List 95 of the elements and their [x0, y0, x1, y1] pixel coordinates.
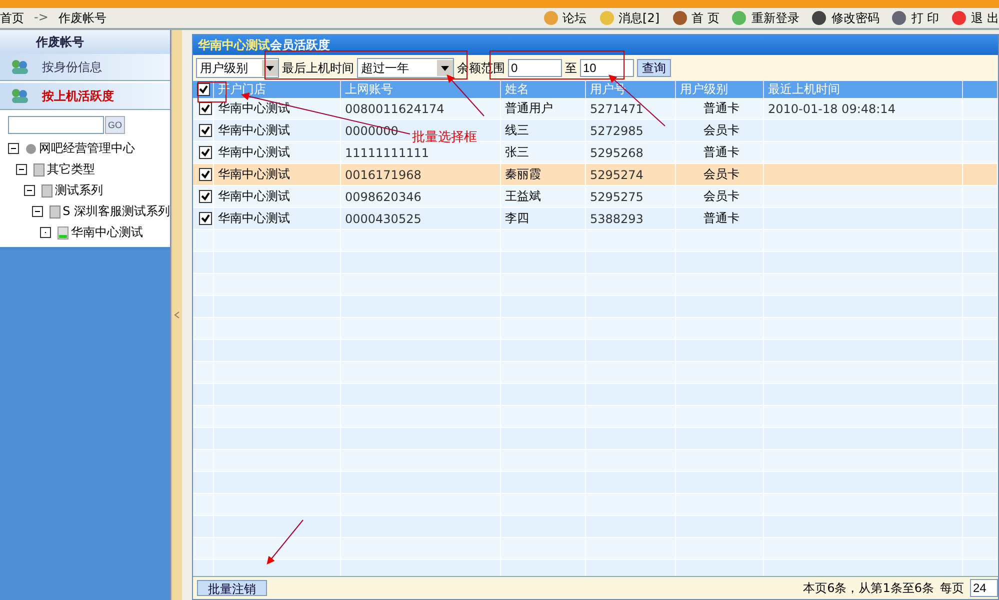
annotation-arrow	[446, 74, 484, 116]
message-icon	[598, 10, 615, 26]
toolbar-link[interactable]: 首 页	[672, 10, 720, 26]
table-cell: 华南中心测试	[218, 210, 290, 227]
forum-icon	[542, 10, 559, 26]
document-icon	[33, 162, 45, 176]
tree-toggle[interactable]	[32, 206, 43, 217]
toolbar-link[interactable]: 消息[2]	[598, 10, 660, 26]
breadcrumb-separator: ->	[34, 10, 48, 26]
row-checkbox[interactable]	[198, 212, 212, 225]
table-cell: 华南中心测试	[218, 144, 290, 161]
batch-cancel-button[interactable]: 批量注销	[197, 580, 267, 596]
table-cell: 华南中心测试	[218, 122, 290, 139]
password-icon	[811, 10, 828, 26]
toolbar-link[interactable]: 退 出	[951, 10, 999, 26]
document-icon	[41, 184, 53, 198]
table-cell: 5295274	[590, 168, 644, 182]
table-cell: 5295275	[590, 190, 644, 204]
table-cell: 华南中心测试	[218, 166, 290, 183]
time-select[interactable]: 超过一年	[357, 58, 454, 78]
table-cell: 会员卡	[704, 122, 740, 139]
table-cell: 线三	[505, 122, 529, 139]
sidebar-item[interactable]: 按身份信息	[0, 54, 170, 81]
table-cell: 张三	[505, 144, 529, 161]
max-amount-field[interactable]: 10	[580, 59, 634, 77]
breadcrumb-item[interactable]: 首页	[0, 10, 24, 26]
table-cell: 5272985	[590, 124, 644, 138]
filter-label: 至	[565, 60, 577, 76]
row-checkbox[interactable]	[198, 146, 212, 159]
tree-item[interactable]: 网吧经营管理中心	[39, 140, 135, 157]
table-cell: 王益斌	[505, 188, 541, 205]
toolbar-link[interactable]: 修改密码	[811, 10, 880, 26]
toolbar-link[interactable]: 重新登录	[731, 10, 800, 26]
row-checkbox[interactable]	[198, 190, 212, 203]
table-cell: 5388293	[590, 212, 644, 226]
tree-item[interactable]: 测试系列	[55, 182, 103, 199]
exit-icon	[951, 10, 968, 26]
toolbar-link[interactable]: 论坛	[542, 10, 587, 26]
table-cell: 2010-01-18 09:48:14	[768, 102, 896, 116]
sidebar-item[interactable]: 按上机活跃度	[0, 83, 170, 110]
annotation-label: 批量选择框	[412, 129, 477, 146]
users-icon	[10, 59, 30, 75]
table-cell: 普通用户	[505, 100, 553, 117]
search-field[interactable]	[8, 116, 104, 134]
computer-icon	[57, 226, 69, 240]
table-cell: 5271471	[590, 102, 644, 116]
table-cell: 0098620346	[345, 190, 422, 204]
print-icon	[891, 10, 908, 26]
row-checkbox[interactable]	[198, 124, 212, 137]
tree-toggle[interactable]	[16, 164, 27, 175]
selected-row[interactable]: 华南中心测试 0016171968 秦丽霞 5295274 会员卡	[193, 164, 998, 186]
toolbar-link[interactable]: 打 印	[891, 10, 940, 26]
caret-icon	[441, 66, 449, 70]
per-page-label: 每页	[940, 580, 964, 596]
relogin-icon	[731, 10, 748, 26]
tree-item[interactable]: 其它类型	[47, 161, 95, 178]
tree-item[interactable]: S 深圳客服测试系列	[62, 203, 170, 220]
table-cell: 普通卡	[704, 100, 740, 117]
go-button[interactable]: GO	[105, 116, 126, 134]
min-amount-field[interactable]: 0	[508, 59, 562, 77]
table-cell: 普通卡	[704, 210, 740, 227]
table-cell: 0000430525	[345, 212, 422, 226]
per-page-field[interactable]: 24	[970, 579, 998, 597]
document-icon	[48, 204, 61, 218]
breadcrumb-item: 作废帐号	[58, 10, 106, 26]
annotation-arrow	[266, 520, 304, 565]
table-cell: 0016171968	[345, 168, 422, 182]
table-cell: 李四	[505, 210, 529, 227]
caret-icon	[266, 66, 274, 70]
users-icon	[10, 88, 30, 104]
sidebar-header: 作废帐号	[0, 30, 170, 54]
tree-toggle[interactable]	[40, 227, 51, 238]
tree-item[interactable]: 华南中心测试	[71, 224, 143, 241]
row-checkbox[interactable]	[198, 102, 212, 115]
home-icon	[672, 10, 688, 26]
row-checkbox[interactable]	[198, 168, 212, 181]
page-summary: 本页6条，从第1条至6条	[803, 580, 934, 596]
table-cell: 0080011624174	[345, 102, 444, 116]
table-cell: 会员卡	[704, 188, 740, 205]
table-cell: 秦丽霞	[505, 166, 541, 183]
select-all-checkbox[interactable]	[197, 83, 210, 96]
table-cell: 5295268	[590, 146, 644, 160]
table-cell: 11111111111	[345, 146, 429, 160]
table-cell: 0000000	[345, 124, 398, 138]
tree-toggle[interactable]	[24, 185, 35, 196]
globe-icon	[25, 142, 37, 154]
table-cell: 华南中心测试	[218, 188, 290, 205]
level-select[interactable]: 用户级别	[196, 58, 279, 78]
table-cell: 普通卡	[704, 144, 740, 161]
panel-title: 华南中心测试会员活跃度	[193, 35, 998, 55]
table-cell: 会员卡	[704, 166, 740, 183]
query-button[interactable]: 查询	[637, 59, 671, 77]
filter-label: 最后上机时间	[282, 60, 354, 76]
tree-toggle[interactable]	[8, 143, 19, 154]
collapse-icon[interactable]	[173, 311, 181, 319]
